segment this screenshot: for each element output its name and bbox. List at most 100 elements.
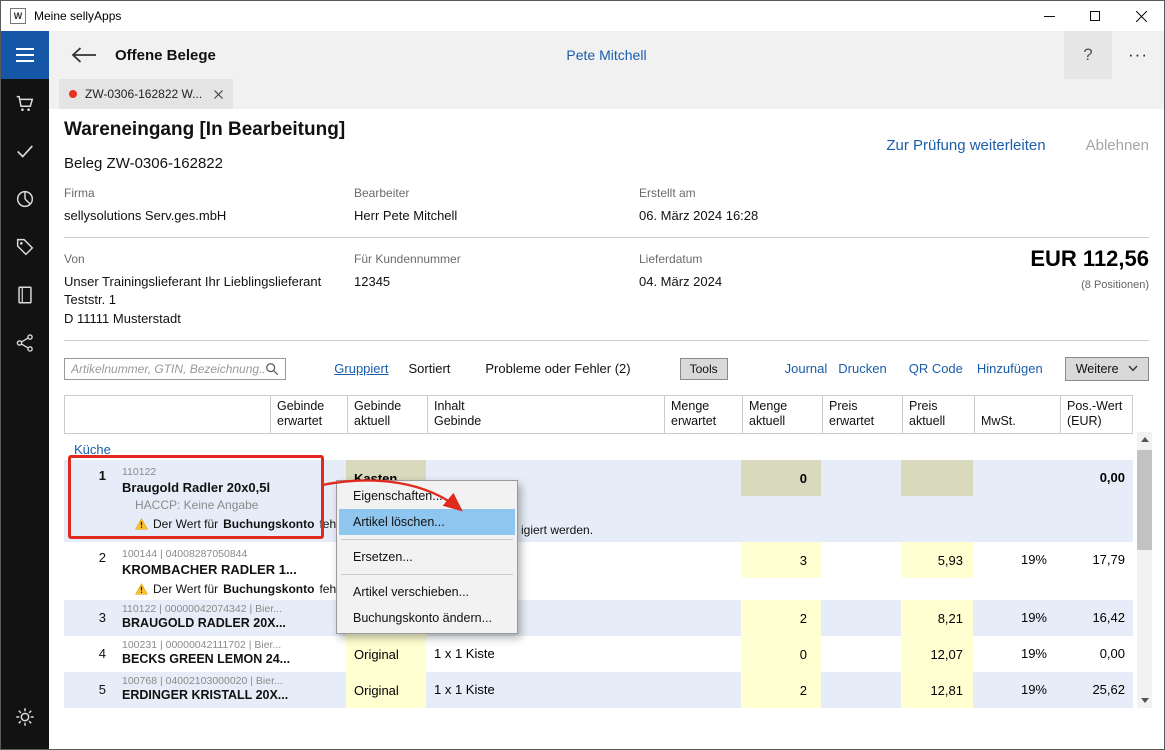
close-window-button[interactable] [1118, 1, 1164, 31]
menge-aktuell-field[interactable]: 0 [741, 636, 821, 672]
document-title: Wareneingang [In Bearbeitung] [64, 119, 345, 141]
close-icon [1136, 11, 1147, 22]
document-number: Beleg ZW-0306-162822 [64, 155, 345, 172]
menu-item-artikel-loeschen[interactable]: Artikel löschen... [339, 509, 515, 535]
gebinde-aktuell-field[interactable]: Original [346, 672, 426, 708]
group-header-kueche: Küche [64, 434, 1133, 460]
scroll-up-button[interactable] [1137, 432, 1152, 447]
preis-aktuell-field[interactable]: 12,07 [901, 636, 973, 672]
forward-for-review-link[interactable]: Zur Prüfung weiterleiten [886, 137, 1045, 154]
inhalt-gebinde-value: 1 x 1 Kiste [426, 672, 663, 708]
sidebar-item-journal[interactable] [1, 271, 49, 319]
search-input[interactable] [71, 362, 265, 376]
gruppiert-link[interactable]: Gruppiert [334, 361, 388, 376]
back-button[interactable] [71, 46, 97, 64]
sidebar-item-statistics[interactable] [1, 175, 49, 223]
menu-item-eigenschaften[interactable]: Eigenschaften... [339, 483, 515, 509]
cell: 5,93 [901, 542, 973, 600]
tools-button[interactable]: Tools [680, 358, 728, 380]
menge-aktuell-field[interactable]: 3 [741, 542, 821, 578]
preis-aktuell-field[interactable]: 5,93 [901, 542, 973, 578]
menge-aktuell-field[interactable]: 2 [741, 600, 821, 636]
sidebar-item-settings[interactable] [1, 693, 49, 741]
sidebar-item-tasks[interactable] [1, 127, 49, 175]
preis-aktuell-field[interactable] [901, 460, 973, 496]
warning-text: Der Wert für [153, 517, 218, 531]
cell: 3 [741, 542, 821, 600]
cell [901, 460, 973, 542]
tab-bar: ZW-0306-162822 W... [49, 79, 1164, 109]
hamburger-menu-button[interactable] [1, 31, 49, 79]
page-title: Offene Belege [115, 47, 216, 64]
cell [973, 460, 1059, 542]
table-row[interactable]: 5 100768 | 04002103000020 | Bier... ERDI… [64, 672, 1133, 708]
pos-wert-value: 16,42 [1059, 600, 1133, 636]
reject-link[interactable]: Ablehnen [1086, 137, 1149, 154]
gear-icon [14, 706, 36, 728]
minimize-button[interactable] [1026, 1, 1072, 31]
col-header-pos-wert: Pos.-Wert (EUR) [1060, 396, 1134, 433]
positions-table: Gebinde erwartet Gebinde aktuell Inhalt … [64, 395, 1133, 708]
article-cell: 100144 | 04008287050844 KROMBACHER RADLE… [116, 542, 269, 600]
scroll-down-button[interactable] [1137, 693, 1152, 708]
pos-wert-value: 0,00 [1059, 460, 1133, 542]
close-icon [214, 90, 223, 99]
table-row[interactable]: 2 100144 | 04008287050844 KROMBACHER RAD… [64, 542, 1133, 600]
journal-link[interactable]: Journal [785, 361, 828, 376]
document-view: Wareneingang [In Bearbeitung] Beleg ZW-0… [49, 109, 1164, 749]
article-cell: 100231 | 00000042111702 | Bier... BECKS … [116, 636, 269, 672]
warning-tail: igiert werden. [521, 523, 593, 537]
cell: 8,21 [901, 600, 973, 636]
drucken-link[interactable]: Drucken [838, 361, 886, 376]
cell: 12,07 [901, 636, 973, 672]
vertical-scrollbar[interactable] [1137, 432, 1152, 708]
qr-code-link[interactable]: QR Code [909, 361, 963, 376]
table-row[interactable]: 4 100231 | 00000042111702 | Bier... BECK… [64, 636, 1133, 672]
menu-item-artikel-verschieben[interactable]: Artikel verschieben... [339, 579, 515, 605]
col-header-rownum [65, 396, 117, 433]
more-options-button[interactable]: ··· [1112, 31, 1164, 79]
menu-item-ersetzen[interactable]: Ersetzen... [339, 544, 515, 570]
document-meta-row-2: Von Unser Trainingslieferant Ihr Lieblin… [64, 238, 1149, 341]
cell: 2 [741, 600, 821, 636]
preis-aktuell-field[interactable]: 12,81 [901, 672, 973, 708]
scrollbar-thumb[interactable] [1137, 450, 1152, 550]
minimize-icon [1044, 11, 1055, 22]
sidebar-item-share[interactable] [1, 319, 49, 367]
firma-value: sellysolutions Serv.ges.mbH [64, 207, 354, 225]
col-header-menge-aktuell: Menge aktuell [742, 396, 822, 433]
inhalt-gebinde-value: 1 x 1 Kiste [426, 636, 663, 672]
cell [821, 600, 901, 636]
sidebar-item-cart[interactable] [1, 79, 49, 127]
menu-item-buchungskonto-aendern[interactable]: Buchungskonto ändern... [339, 605, 515, 631]
table-row[interactable]: 3 110122 | 00000042074342 | Bier... BRAU… [64, 600, 1133, 636]
sortiert-link[interactable]: Sortiert [408, 361, 450, 376]
menge-aktuell-field[interactable]: 0 [741, 460, 821, 496]
weitere-dropdown-button[interactable]: Weitere [1065, 357, 1149, 381]
cell [821, 542, 901, 600]
pos-wert-value: 25,62 [1059, 672, 1133, 708]
maximize-button[interactable] [1072, 1, 1118, 31]
probleme-fehler-link[interactable]: Probleme oder Fehler (2) [485, 361, 630, 376]
table-row[interactable]: 1 110122 Braugold Radler 20x0,5l HACCP: … [64, 460, 1133, 542]
pos-wert-value: 17,79 [1059, 542, 1133, 600]
titlebar: W Meine sellyApps [1, 1, 1164, 31]
table-header: Gebinde erwartet Gebinde aktuell Inhalt … [64, 395, 1133, 434]
cell [663, 542, 741, 600]
checkmark-icon [14, 140, 36, 162]
app-header: Offene Belege Pete Mitchell ? ··· [49, 31, 1164, 79]
cart-icon [14, 92, 36, 114]
warning-text: Der Wert für [153, 582, 218, 596]
hinzufuegen-link[interactable]: Hinzufügen [977, 361, 1043, 376]
tab-document[interactable]: ZW-0306-162822 W... [59, 79, 233, 109]
preis-aktuell-field[interactable]: 8,21 [901, 600, 973, 636]
search-box[interactable] [64, 358, 286, 380]
user-name: Pete Mitchell [49, 47, 1164, 63]
menge-aktuell-field[interactable]: 2 [741, 672, 821, 708]
gebinde-aktuell-field[interactable]: Original [346, 636, 426, 672]
help-button[interactable]: ? [1064, 31, 1112, 79]
sidebar-item-prices[interactable] [1, 223, 49, 271]
article-name: KROMBACHER RADLER 1... [122, 562, 269, 577]
tab-close-button[interactable] [214, 90, 223, 99]
col-header-artikel [117, 396, 270, 433]
